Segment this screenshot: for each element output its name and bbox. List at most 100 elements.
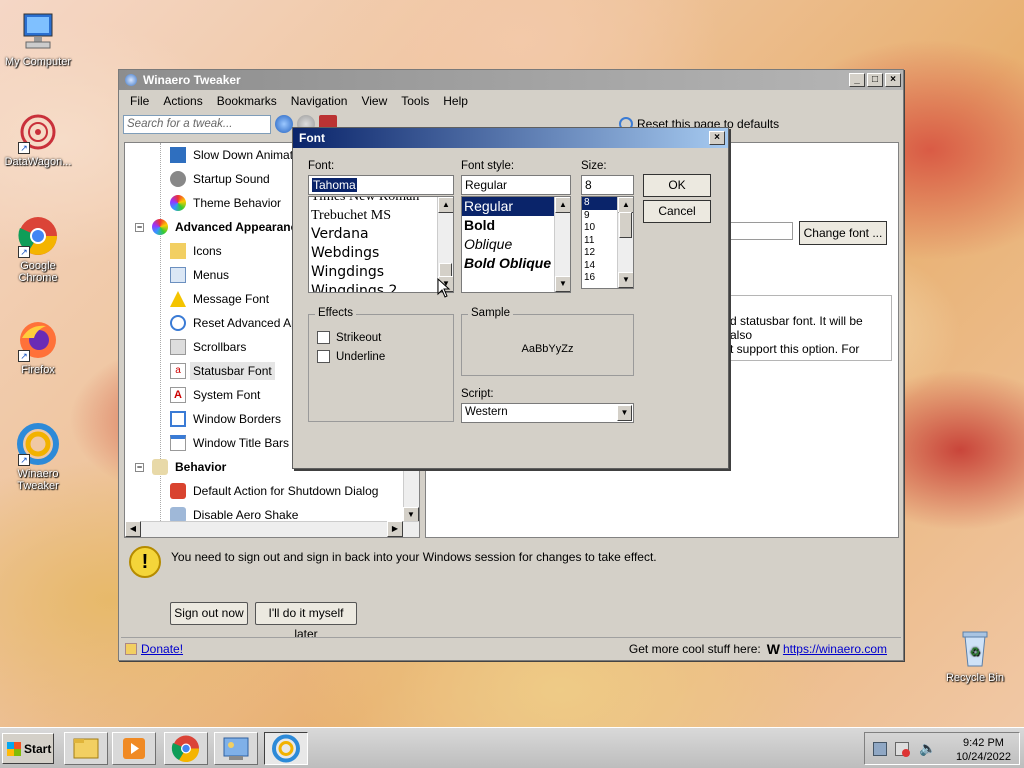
security-alert-icon[interactable]: [895, 742, 910, 757]
desktop-icon-label: Google Chrome: [18, 260, 58, 284]
menu-file[interactable]: File: [123, 94, 156, 108]
size-label: Size:: [581, 160, 607, 172]
control-panel-icon: [223, 737, 249, 760]
size-item[interactable]: 8: [582, 197, 617, 210]
desktop-icon-datawagon[interactable]: ↗ DataWagon...: [0, 110, 76, 168]
chevron-down-icon[interactable]: ▼: [617, 405, 632, 421]
font-list-item[interactable]: Webdings: [311, 244, 419, 263]
exclamation-icon: !: [129, 546, 161, 578]
tree-item-label: Window Title Bars: [193, 436, 290, 450]
collapse-icon[interactable]: −: [135, 222, 144, 232]
font-list-item[interactable]: Wingdings: [311, 263, 419, 282]
donate-link[interactable]: Donate!: [141, 642, 183, 656]
size-list-thumb[interactable]: [619, 212, 632, 238]
font-a-icon: A: [170, 387, 186, 403]
do-it-later-button[interactable]: I'll do it myself later: [255, 602, 357, 641]
chrome-icon: [171, 735, 200, 763]
tree-item-label: Menus: [193, 268, 230, 282]
winaero-link[interactable]: https://winaero.com: [783, 642, 887, 656]
font-list-thumb[interactable]: [439, 263, 452, 277]
taskbar-winaero-tweaker[interactable]: [264, 732, 308, 765]
font-style-label: Font style:: [461, 160, 515, 172]
menu-actions[interactable]: Actions: [156, 94, 209, 108]
window-titlebar[interactable]: Winaero Tweaker _ □ ×: [119, 70, 903, 90]
back-icon[interactable]: [275, 115, 293, 133]
start-button[interactable]: Start: [2, 733, 54, 764]
font-list-item[interactable]: Times New Roman: [311, 197, 419, 206]
clock[interactable]: 9:42 PM 10/24/2022: [956, 736, 1011, 764]
strikeout-label: Strikeout: [336, 331, 382, 344]
search-input[interactable]: Search for a tweak...: [123, 114, 271, 134]
menu-navigation[interactable]: Navigation: [284, 94, 355, 108]
recycle-bin-icon: ♻: [953, 626, 997, 670]
taskbar-media-player[interactable]: [112, 732, 156, 765]
scroll-right-icon[interactable]: ▶: [387, 521, 403, 537]
strikeout-checkbox[interactable]: Strikeout: [317, 331, 453, 344]
size-list[interactable]: 8 9 10 11 12 14 16 ▲ ▼: [581, 196, 634, 289]
menubar: File Actions Bookmarks Navigation View T…: [119, 90, 903, 112]
power-icon: [170, 483, 186, 499]
font-style-input[interactable]: Regular: [461, 175, 571, 195]
maximize-button[interactable]: □: [867, 73, 883, 87]
font-list-item[interactable]: Wingdings 2: [311, 282, 419, 292]
ok-button[interactable]: OK: [643, 174, 711, 197]
winaero-icon: [272, 734, 300, 763]
desktop-icon-winaero[interactable]: ↗ Winaero Tweaker: [0, 422, 76, 492]
font-list-item[interactable]: Trebuchet MS: [311, 206, 419, 225]
dialog-close-button[interactable]: ×: [709, 131, 725, 145]
desktop-icon-my-computer[interactable]: My Computer: [0, 10, 76, 68]
font-dialog-title: Font: [299, 131, 325, 145]
winaero-icon: ↗: [16, 422, 60, 466]
scroll-down-icon[interactable]: ▼: [618, 272, 633, 288]
font-list-item[interactable]: Verdana: [311, 225, 419, 244]
scroll-down-icon[interactable]: ▼: [555, 276, 570, 292]
underline-checkbox[interactable]: Underline: [317, 350, 453, 363]
taskbar-chrome[interactable]: [164, 732, 208, 765]
underline-label: Underline: [336, 350, 386, 363]
font-name-input[interactable]: Tahoma: [308, 175, 454, 195]
tree-item-label: Disable Aero Shake: [193, 508, 299, 522]
volume-icon[interactable]: 🔈: [919, 740, 936, 757]
size-list-scrollbar[interactable]: ▲ ▼: [617, 197, 633, 288]
scroll-left-icon[interactable]: ◀: [125, 521, 141, 537]
font-label: Font:: [308, 160, 335, 172]
font-name-list[interactable]: Times New Roman Trebuchet MS Verdana Web…: [308, 196, 454, 293]
scroll-up-icon[interactable]: ▲: [555, 197, 570, 213]
change-font-button[interactable]: Change font ...: [799, 221, 887, 245]
desktop-icon-recycle-bin[interactable]: ♻ Recycle Bin: [937, 626, 1013, 684]
menu-bookmarks[interactable]: Bookmarks: [210, 94, 284, 108]
font-dialog-titlebar[interactable]: Font ×: [293, 128, 728, 148]
style-item-regular[interactable]: Regular: [462, 197, 554, 216]
font-style-list[interactable]: Regular Bold Oblique Bold Oblique ▲ ▼: [461, 196, 571, 293]
desktop-icon-label: DataWagon...: [4, 156, 72, 168]
tree-item-label: Message Font: [193, 292, 270, 306]
tree-horizontal-scrollbar[interactable]: ◀ ▶: [125, 521, 419, 537]
scroll-up-icon[interactable]: ▲: [438, 197, 453, 213]
network-icon[interactable]: [873, 742, 887, 756]
checkbox-box[interactable]: [317, 350, 330, 363]
style-list-scrollbar[interactable]: ▲ ▼: [554, 197, 570, 292]
scroll-up-icon[interactable]: ▲: [618, 197, 633, 213]
current-font-field: [727, 222, 793, 240]
checkbox-box[interactable]: [317, 331, 330, 344]
taskbar-control-panel[interactable]: [214, 732, 258, 765]
tree-item-shutdown-dialog[interactable]: Default Action for Shutdown Dialog: [125, 479, 419, 503]
tree-item-label: Startup Sound: [193, 172, 270, 186]
media-player-icon: [123, 738, 145, 759]
speaker-icon: [170, 171, 186, 187]
menu-view[interactable]: View: [354, 94, 394, 108]
sign-out-now-button[interactable]: Sign out now: [170, 602, 248, 625]
menu-tools[interactable]: Tools: [394, 94, 436, 108]
sample-text: AaBbYyZz: [521, 343, 574, 355]
close-button[interactable]: ×: [885, 73, 901, 87]
desktop-icon-label: Winaero Tweaker: [17, 468, 59, 492]
collapse-icon[interactable]: −: [135, 462, 144, 472]
minimize-button[interactable]: _: [849, 73, 865, 87]
desktop-icon-firefox[interactable]: ↗ Firefox: [0, 318, 76, 376]
taskbar-explorer[interactable]: [64, 732, 108, 765]
size-input[interactable]: 8: [581, 175, 634, 195]
menu-help[interactable]: Help: [436, 94, 475, 108]
script-select[interactable]: Western ▼: [461, 403, 634, 423]
desktop-icon-chrome[interactable]: ↗ Google Chrome: [0, 214, 76, 284]
cancel-button[interactable]: Cancel: [643, 200, 711, 223]
